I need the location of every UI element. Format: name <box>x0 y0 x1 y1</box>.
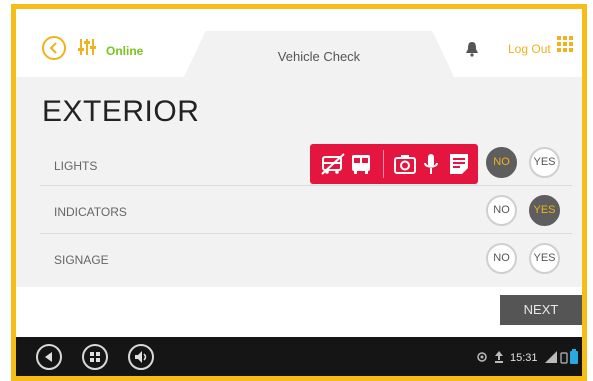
location-icon <box>477 352 487 362</box>
camera-icon[interactable] <box>393 152 417 176</box>
signal-icon <box>545 351 557 363</box>
home-nav-button[interactable] <box>82 344 108 370</box>
no-bus-icon[interactable] <box>320 152 346 176</box>
back-nav-icon <box>45 352 52 362</box>
footer-area <box>16 287 582 335</box>
settings-sliders-icon[interactable] <box>77 37 97 57</box>
signage-no-button[interactable]: NO <box>486 243 517 274</box>
volume-button[interactable] <box>128 344 154 370</box>
connection-status: Online <box>106 44 144 58</box>
battery-icon <box>570 349 578 364</box>
bell-icon[interactable] <box>465 41 479 57</box>
signage-yes-button[interactable]: YES <box>529 243 560 274</box>
row-label: SIGNAGE <box>54 253 109 267</box>
back-nav-button[interactable] <box>36 344 62 370</box>
section-title: EXTERIOR <box>42 95 200 128</box>
row-divider <box>40 185 572 186</box>
bus-icon[interactable] <box>349 152 373 176</box>
home-nav-icon <box>90 352 100 362</box>
app-screen: Vehicle Check Online Log Out EXTERIOR LI… <box>16 9 582 376</box>
row-label: INDICATORS <box>54 205 127 219</box>
wifi-icon <box>560 352 568 364</box>
microphone-icon[interactable] <box>422 152 440 176</box>
volume-icon <box>135 351 147 363</box>
lights-yes-button[interactable]: YES <box>529 147 560 178</box>
back-button[interactable] <box>42 36 66 60</box>
upload-icon <box>495 351 503 363</box>
logout-link[interactable]: Log Out <box>508 42 551 56</box>
next-button[interactable]: NEXT <box>500 295 582 325</box>
row-label: LIGHTS <box>54 159 98 173</box>
apps-grid-icon[interactable] <box>557 36 573 52</box>
chevron-left-icon <box>49 42 57 54</box>
tab-title: Vehicle Check <box>277 49 361 64</box>
toolbar-separator <box>383 150 384 178</box>
device-frame: Vehicle Check Online Log Out EXTERIOR LI… <box>11 4 587 381</box>
clock: 15:31 <box>510 352 538 364</box>
indicators-yes-button[interactable]: YES <box>529 195 560 226</box>
row-divider <box>40 233 572 234</box>
indicators-no-button[interactable]: NO <box>486 195 517 226</box>
notes-icon[interactable] <box>448 152 470 176</box>
system-navigation-bar: 15:31 <box>16 337 582 376</box>
row-action-toolbar <box>310 144 478 184</box>
lights-no-button[interactable]: NO <box>486 147 517 178</box>
